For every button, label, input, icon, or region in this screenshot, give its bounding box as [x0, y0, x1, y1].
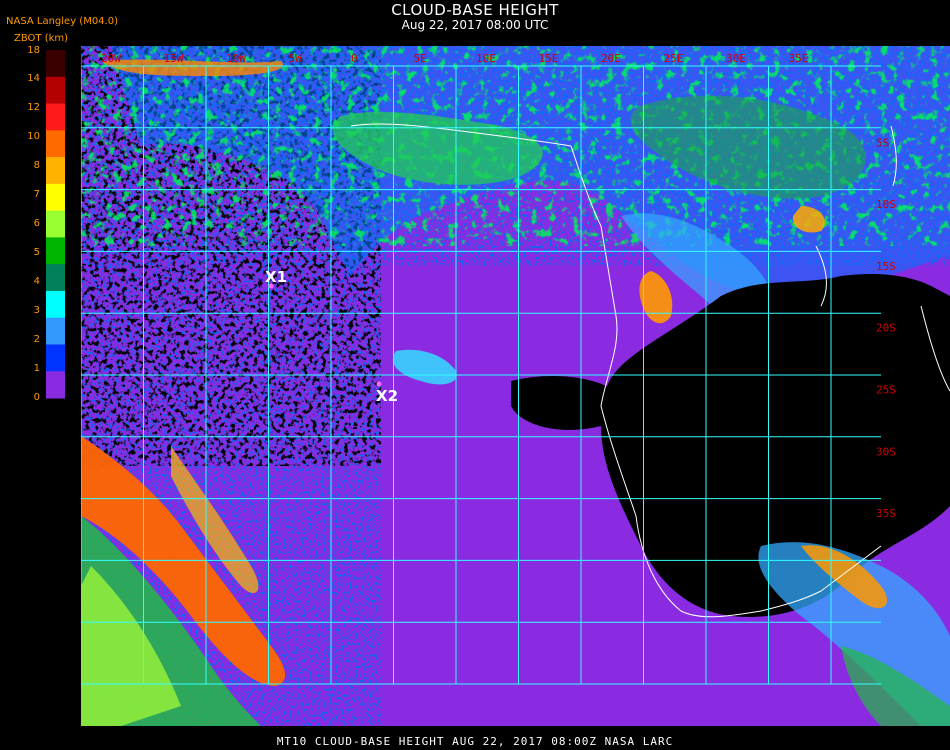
legend-label: 8 — [33, 160, 40, 171]
latitude-label: 20S — [876, 322, 896, 335]
longitude-label: 0 — [351, 52, 358, 65]
legend-label: 0 — [33, 392, 40, 403]
longitude-label: 35E — [789, 52, 809, 65]
satellite-map: 5S 10S 15S 20S 25S 30S 35S 20W 15W 10W 5W 0 5E 10E 15… — [80, 46, 950, 726]
marker-label-x2: X2 — [376, 387, 399, 405]
longitude-label: 30E — [726, 52, 746, 65]
legend-swatch — [46, 264, 65, 292]
marker-label-x1: X1 — [265, 268, 288, 286]
legend-swatch — [46, 290, 65, 319]
org-label: NASA Langley (M04.0) — [6, 16, 118, 27]
legend-swatch — [46, 237, 65, 265]
legend-swatch — [46, 183, 65, 212]
unit-label: ZBOT (km) — [14, 33, 69, 44]
legend-swatch — [46, 50, 65, 78]
longitude-label: 15E — [539, 52, 559, 65]
color-legend: 18 14 12 10 8 7 6 5 4 3 2 1 0 — [0, 45, 70, 405]
legend-swatch — [46, 76, 65, 105]
longitude-label: 20W — [101, 52, 121, 65]
latitude-label: 30S — [876, 445, 896, 458]
legend-label: 18 — [27, 45, 40, 56]
legend-label: 5 — [33, 247, 40, 258]
legend-label: 2 — [33, 334, 40, 345]
longitude-label: 15W — [164, 52, 184, 65]
latitude-label: 35S — [876, 507, 896, 520]
chart-subtitle: Aug 22, 2017 08:00 UTC — [401, 18, 549, 32]
legend-label: 6 — [33, 218, 40, 229]
longitude-label: 10W — [226, 52, 246, 65]
legend-swatch — [46, 210, 65, 238]
legend-label: 10 — [27, 131, 40, 142]
legend-label: 7 — [33, 189, 40, 200]
marker-dot-x2 — [376, 381, 382, 387]
footer-caption: MT10 CLOUD-BASE HEIGHT AUG 22, 2017 08:0… — [276, 735, 674, 748]
longitude-label: 25E — [664, 52, 684, 65]
latitude-label: 15S — [876, 260, 896, 273]
legend-swatch — [46, 103, 65, 131]
longitude-label: 10E — [476, 52, 496, 65]
legend-label: 3 — [33, 305, 40, 316]
latitude-label: 25S — [876, 384, 896, 397]
legend-swatch — [46, 157, 65, 185]
map-canvas: 5S 10S 15S 20S 25S 30S 35S 20W 15W 10W 5W 0 5E 10E 15… — [80, 46, 950, 726]
longitude-label: 5W — [289, 52, 303, 65]
longitude-label: 20E — [601, 52, 621, 65]
legend-swatch — [46, 130, 65, 158]
legend-swatch — [46, 344, 65, 372]
latitude-label: 5S — [876, 136, 889, 149]
longitude-label: 5E — [414, 52, 427, 65]
legend-swatch — [46, 317, 65, 345]
legend-label: 12 — [27, 102, 40, 113]
legend-label: 1 — [33, 363, 40, 374]
chart-title: CLOUD-BASE HEIGHT — [391, 1, 559, 19]
legend-swatch — [46, 371, 65, 399]
legend-label: 14 — [27, 73, 40, 84]
legend-label: 4 — [33, 276, 40, 287]
latitude-label: 10S — [876, 198, 896, 211]
